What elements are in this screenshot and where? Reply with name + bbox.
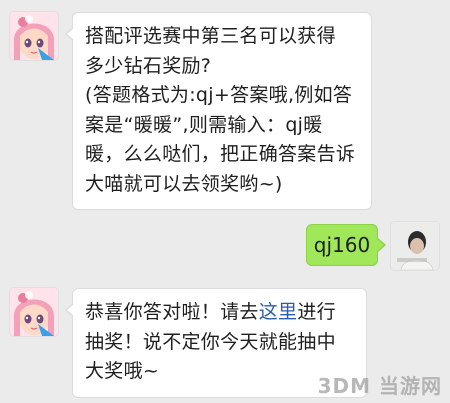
site-watermark: 3DM 当游网 [317,374,442,398]
user-photo-avatar-icon [391,222,439,270]
message-line: 大喵就可以去领奖哟~) [85,172,283,195]
message-line: 多少钻石奖励? [85,54,212,77]
message-line: 暖，么么哒们，把正确答案告诉 [85,143,356,165]
user-message-bubble: qj160 [306,224,386,266]
lottery-link[interactable]: 这里 [259,301,298,323]
message-text: 恭喜你答对啦！请去 [85,301,259,323]
message-line: 抽奖！说不定你今天就能抽中 [85,330,336,353]
message-text: 进行 [297,301,336,323]
bot-avatar[interactable] [10,288,58,336]
bot-message-bubble: 搭配评选赛中第三名可以获得 多少钻石奖励? (答题格式为:qj+答案哦,例如答 … [65,12,372,210]
message-line: 案是“暖暖”,则需输入：qj暖 [85,113,323,136]
anime-girl-avatar-icon [10,288,58,336]
anime-girl-avatar-icon [10,12,58,60]
bot-avatar[interactable] [10,12,58,60]
message-line: (答题格式为:qj+答案哦,例如答 [85,84,353,106]
user-avatar[interactable] [391,222,439,270]
message-line: 大奖哦~ [85,360,160,382]
message-line: 恭喜你答对啦！请去这里进行 [85,298,356,328]
message-line: 搭配评选赛中第三名可以获得 [85,25,336,47]
user-message-text: qj160 [313,233,371,257]
